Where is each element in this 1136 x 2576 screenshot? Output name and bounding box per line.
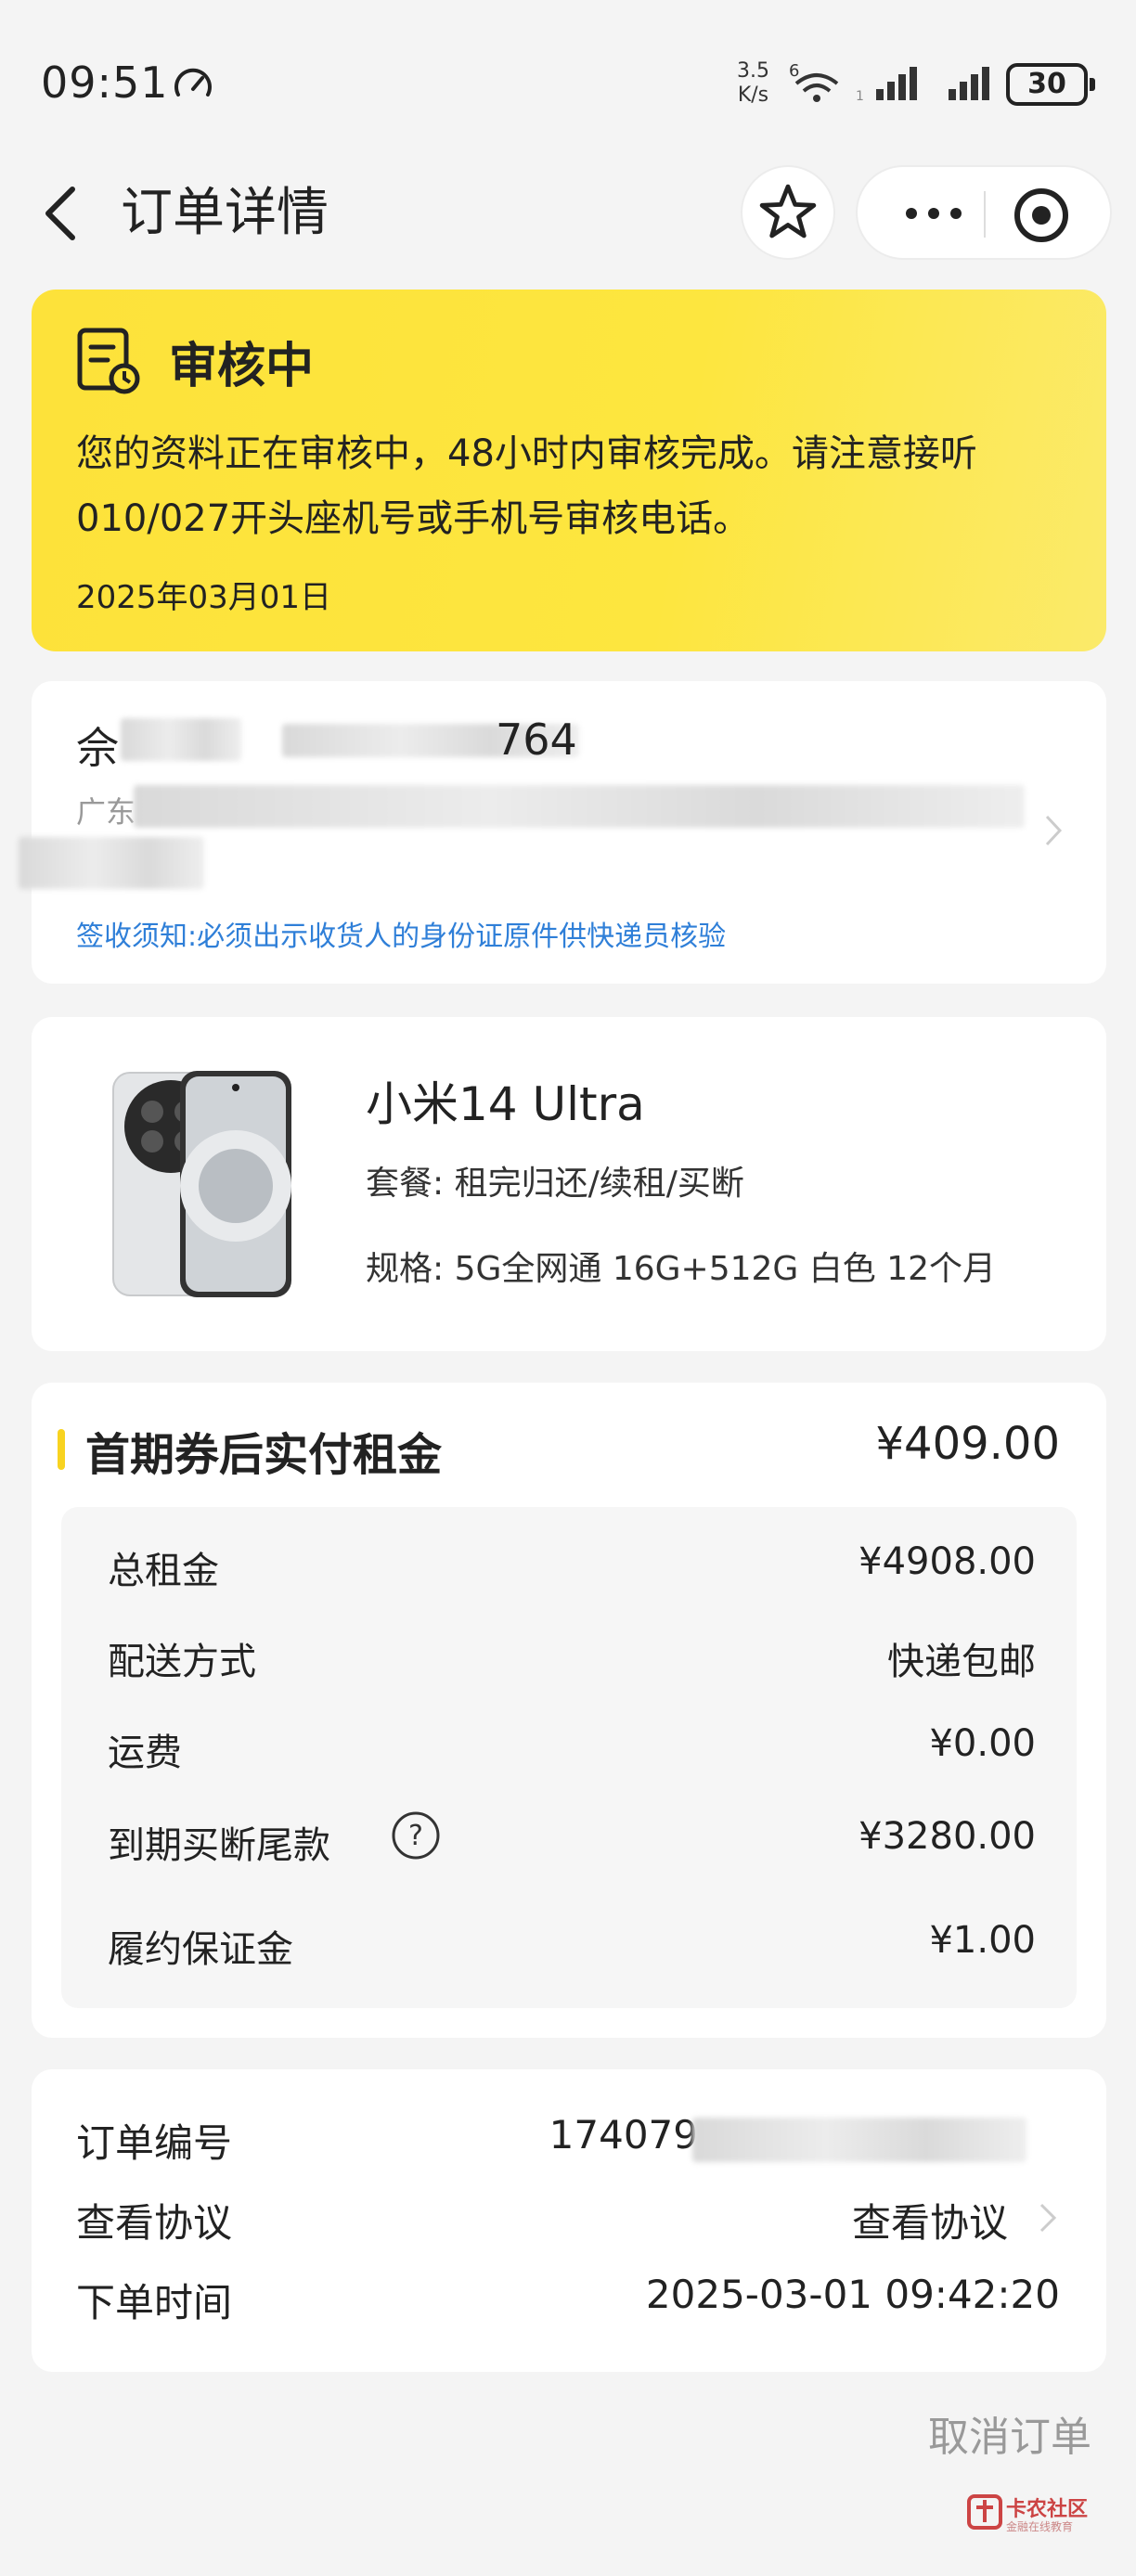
network-speed: 3.5 K/s <box>737 59 769 107</box>
order-time: 2025-03-01 09:42:20 <box>645 2272 1060 2317</box>
cancel-order-button[interactable]: 取消订单 <box>928 2403 1091 2463</box>
shipping-address-card[interactable]: 佘 764 广东 昔 签收须知:必须出示收货人的身份证原件供快递员核验 <box>19 681 1106 984</box>
recipient-phone: 764 <box>496 715 577 765</box>
mini-program-capsule <box>856 165 1112 260</box>
payment-breakdown: 总租金 ¥4908.00 配送方式 快递包邮 运费 ¥0.00 到期买断尾款 ? ¥3… <box>61 1507 1077 2008</box>
capsule-divider <box>984 191 986 238</box>
more-icon[interactable] <box>897 189 971 238</box>
payment-card: 首期券后实付租金 ¥409.00 总租金 ¥4908.00 配送方式 快递包邮 运费… <box>32 1383 1106 2038</box>
address-line-1: 广东 <box>76 794 136 830</box>
product-spec: 规格: 5G全网通 16G+512G 白色 12个月 <box>366 1250 997 1288</box>
product-phone-image <box>112 1071 291 1297</box>
svg-text:6: 6 <box>789 61 799 81</box>
speedometer-icon <box>174 68 212 97</box>
payment-row-buyout: 到期买断尾款 ? ¥3280.00 <box>108 1811 1036 1871</box>
review-status-card: 审核中 您的资料正在审核中，48小时内审核完成。请注意接听 010/027开头座… <box>32 290 1106 651</box>
watermark-subtext: 金融在线教育 <box>1006 2520 1074 2533</box>
back-icon[interactable] <box>35 176 91 251</box>
payment-row-total-rent: 总租金 ¥4908.00 <box>108 1540 1036 1592</box>
order-info-card: 订单编号 174079 查看协议 查看协议 下单时间 2025-03-01 09… <box>32 2069 1106 2372</box>
wifi-icon: 6 <box>789 61 839 102</box>
document-clock-icon <box>77 328 140 394</box>
signal-sim2-icon <box>949 67 989 100</box>
product-plan: 套餐: 租完归还/续租/买断 <box>366 1165 744 1203</box>
svg-text:?: ? <box>408 1820 423 1852</box>
favorite-button[interactable] <box>741 165 835 260</box>
status-time: 09:51 <box>41 58 169 108</box>
payment-row-deposit: 履约保证金 ¥1.00 <box>108 1919 1036 1971</box>
page-title: 订单详情 <box>121 183 329 243</box>
redacted-address-blur-2 <box>19 837 204 889</box>
battery-indicator: 30 <box>1006 63 1095 106</box>
status-title: 审核中 <box>169 339 315 394</box>
svg-text:1: 1 <box>856 89 864 104</box>
help-icon[interactable]: ? <box>390 1810 442 1861</box>
delivery-notice: 签收须知:必须出示收货人的身份证原件供快递员核验 <box>76 921 727 953</box>
status-description: 您的资料正在审核中，48小时内审核完成。请注意接听 010/027开头座机号或手… <box>76 432 977 540</box>
payment-amount: ¥409.00 <box>875 1418 1061 1470</box>
payment-row-shipping-fee: 运费 ¥0.00 <box>108 1722 1036 1774</box>
view-agreement-row[interactable]: 查看协议 查看协议 <box>76 2192 1060 2248</box>
payment-row-delivery: 配送方式 快递包邮 <box>108 1641 1036 1683</box>
section-accent-bar <box>58 1429 65 1470</box>
chevron-right-icon <box>1045 815 1063 846</box>
chevron-right-icon <box>1039 2203 1057 2233</box>
redacted-address-blur <box>134 785 1025 828</box>
star-icon <box>759 184 817 238</box>
signal-sim1-icon: 1 <box>856 67 917 104</box>
close-target-icon[interactable] <box>1012 186 1071 245</box>
product-card[interactable]: 小米14 Ultra 套餐: 租完归还/续租/买断 规格: 5G全网通 16G+… <box>32 1017 1106 1351</box>
view-agreement-link: 查看协议 <box>851 2200 1008 2246</box>
recipient-name: 佘 <box>76 723 119 773</box>
redacted-name-blur <box>121 718 241 761</box>
order-time-row: 下单时间 2025-03-01 09:42:20 <box>76 2272 1060 2325</box>
payment-title: 首期券后实付租金 <box>85 1429 443 1481</box>
status-date: 2025年03月01日 <box>76 579 332 616</box>
product-name: 小米14 Ultra <box>366 1077 645 1131</box>
order-number: 174079 <box>549 2112 698 2157</box>
redacted-order-number-blur <box>692 2118 1026 2162</box>
status-bar: 09:51 3.5 K/s 6 1 30 <box>0 0 1136 158</box>
